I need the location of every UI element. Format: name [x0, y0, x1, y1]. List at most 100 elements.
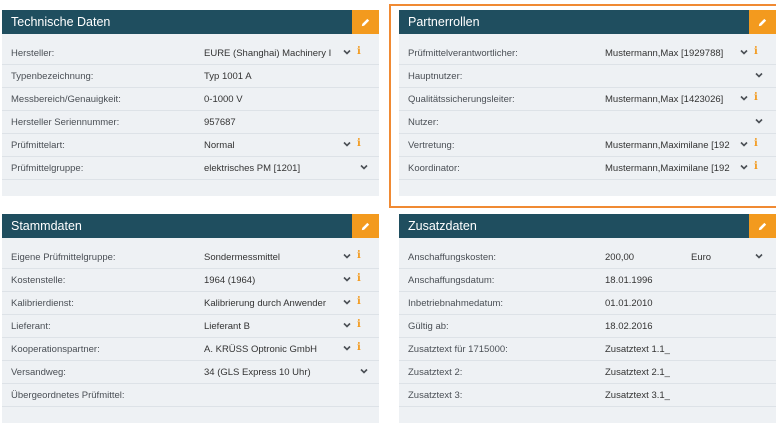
info-icon[interactable]: i — [357, 273, 361, 284]
panel-zusatzdaten: Zusatzdaten Anschaffungskosten: 200,00 Eur… — [399, 214, 776, 423]
field-select-value[interactable]: Mustermann,Max [1423026] — [605, 94, 735, 105]
currency-select-value[interactable]: Euro — [691, 252, 741, 263]
info-icon[interactable]: i — [357, 250, 361, 261]
chevron-down-icon[interactable] — [739, 93, 749, 103]
field-select-value[interactable]: Kalibrierung durch Anwender — [204, 298, 338, 309]
field-select-value[interactable]: 1964 (1964) — [204, 275, 338, 286]
chevron-down-icon[interactable] — [754, 70, 764, 80]
field-label: Messbereich/Genauigkeit: — [11, 94, 121, 105]
field-value: Zusatztext 1.1_ — [605, 344, 670, 355]
field-label: Inbetriebnahmedatum: — [408, 298, 504, 309]
edit-button[interactable] — [749, 10, 776, 34]
chevron-down-icon[interactable] — [342, 343, 352, 353]
field-select-value[interactable]: Normal — [204, 140, 338, 151]
chevron-down-icon[interactable] — [342, 251, 352, 261]
field-label: Prüfmittelverantwortlicher: — [408, 48, 518, 59]
field-select-value[interactable]: 200,00 — [605, 252, 695, 263]
field-row: Nutzer: — [399, 111, 776, 134]
pencil-icon — [361, 18, 370, 26]
field-select-value[interactable]: 34 (GLS Express 10 Uhr) — [204, 367, 338, 378]
field-select-value[interactable]: Sondermessmittel — [204, 252, 338, 263]
field-select-value[interactable]: Mustermann,Max [1929788] — [605, 48, 735, 59]
field-label: Koordinator: — [408, 163, 460, 174]
field-label: Prüfmittelgruppe: — [11, 163, 84, 174]
field-select-value[interactable]: EURE (Shanghai) Machinery I — [204, 48, 338, 59]
field-label: Zusatztext für 1715000: — [408, 344, 508, 355]
chevron-down-icon[interactable] — [739, 47, 749, 57]
panel-header: Technische Daten — [2, 10, 379, 34]
chevron-down-icon[interactable] — [754, 116, 764, 126]
chevron-down-icon[interactable] — [359, 366, 369, 376]
panel-header: Stammdaten — [2, 214, 379, 238]
field-label: Anschaffungskosten: — [408, 252, 497, 263]
panel-technische-daten: Technische Daten Hersteller: EURE (Shangh… — [2, 10, 379, 196]
field-list: Anschaffungskosten: 200,00 Euro Anschaffung… — [399, 238, 776, 407]
edit-button[interactable] — [749, 214, 776, 238]
field-label: Hauptnutzer: — [408, 71, 463, 82]
field-value: 01.01.2010 — [605, 298, 653, 309]
field-row: Zusatztext 3: Zusatztext 3.1_ — [399, 384, 776, 407]
field-label: Kooperationspartner: — [11, 344, 100, 355]
field-row: Gültig ab: 18.02.2016 — [399, 315, 776, 338]
panel-title: Zusatzdaten — [408, 219, 477, 233]
field-row: Prüfmittelart: Normal i — [2, 134, 379, 157]
field-row: Zusatztext 2: Zusatztext 2.1_ — [399, 361, 776, 384]
field-row: Kostenstelle: 1964 (1964) i — [2, 269, 379, 292]
field-row: Anschaffungsdatum: 18.01.1996 — [399, 269, 776, 292]
field-row: Messbereich/Genauigkeit: 0-1000 V — [2, 88, 379, 111]
field-label: Zusatztext 3: — [408, 390, 463, 401]
info-icon[interactable]: i — [357, 342, 361, 353]
field-label: Typenbezeichnung: — [11, 71, 94, 82]
chevron-down-icon[interactable] — [754, 251, 764, 261]
chevron-down-icon[interactable] — [359, 162, 369, 172]
field-list: Eigene Prüfmittelgruppe: Sondermessmittel… — [2, 238, 379, 407]
field-select-value[interactable]: Mustermann,Maximilane [192 — [605, 163, 735, 174]
panel-stammdaten: Stammdaten Eigene Prüfmittelgruppe: Sonde… — [2, 214, 379, 423]
chevron-down-icon[interactable] — [342, 320, 352, 330]
field-value: 0-1000 V — [204, 94, 243, 105]
field-list: Hersteller: EURE (Shanghai) Machinery IiT… — [2, 34, 379, 180]
field-value: Typ 1001 A — [204, 71, 252, 82]
info-icon[interactable]: i — [754, 46, 758, 57]
info-icon[interactable]: i — [357, 319, 361, 330]
chevron-down-icon[interactable] — [342, 139, 352, 149]
field-label: Versandweg: — [11, 367, 66, 378]
field-label: Gültig ab: — [408, 321, 449, 332]
field-label: Vertretung: — [408, 140, 455, 151]
field-row: Inbetriebnahmedatum: 01.01.2010 — [399, 292, 776, 315]
field-value: Zusatztext 3.1_ — [605, 390, 670, 401]
chevron-down-icon[interactable] — [342, 274, 352, 284]
field-list: Prüfmittelverantwortlicher: Mustermann,Ma… — [399, 34, 776, 180]
field-row: Kooperationspartner: A. KRÜSS Optronic Gm… — [2, 338, 379, 361]
field-select-value[interactable]: Mustermann,Maximilane [192 — [605, 140, 735, 151]
field-row: Anschaffungskosten: 200,00 Euro — [399, 246, 776, 269]
info-icon[interactable]: i — [357, 296, 361, 307]
pencil-icon — [361, 222, 370, 230]
chevron-down-icon[interactable] — [739, 139, 749, 149]
field-row: Kalibrierdienst: Kalibrierung durch Anwen… — [2, 292, 379, 315]
field-value: Zusatztext 2.1_ — [605, 367, 670, 378]
field-select-value[interactable]: Lieferant B — [204, 321, 338, 332]
info-icon[interactable]: i — [357, 46, 361, 57]
edit-button[interactable] — [352, 10, 379, 34]
panel-header: Zusatzdaten — [399, 214, 776, 238]
field-label: Kalibrierdienst: — [11, 298, 74, 309]
field-row: Zusatztext für 1715000: Zusatztext 1.1_ — [399, 338, 776, 361]
info-icon[interactable]: i — [754, 161, 758, 172]
field-row: Prüfmittelverantwortlicher: Mustermann,Ma… — [399, 42, 776, 65]
field-select-value[interactable]: elektrisches PM [1201] — [204, 163, 338, 174]
field-label: Anschaffungsdatum: — [408, 275, 495, 286]
info-icon[interactable]: i — [754, 138, 758, 149]
field-value: 957687 — [204, 117, 236, 128]
edit-button[interactable] — [352, 214, 379, 238]
info-icon[interactable]: i — [754, 92, 758, 103]
field-row: Qualitätssicherungsleiter: Mustermann,Max… — [399, 88, 776, 111]
field-row: Vertretung: Mustermann,Maximilane [192 i — [399, 134, 776, 157]
chevron-down-icon[interactable] — [342, 47, 352, 57]
chevron-down-icon[interactable] — [342, 297, 352, 307]
info-icon[interactable]: i — [357, 138, 361, 149]
field-row: Prüfmittelgruppe: elektrisches PM [1201] — [2, 157, 379, 180]
field-row: Eigene Prüfmittelgruppe: Sondermessmittel… — [2, 246, 379, 269]
field-select-value[interactable]: A. KRÜSS Optronic GmbH — [204, 344, 338, 355]
chevron-down-icon[interactable] — [739, 162, 749, 172]
